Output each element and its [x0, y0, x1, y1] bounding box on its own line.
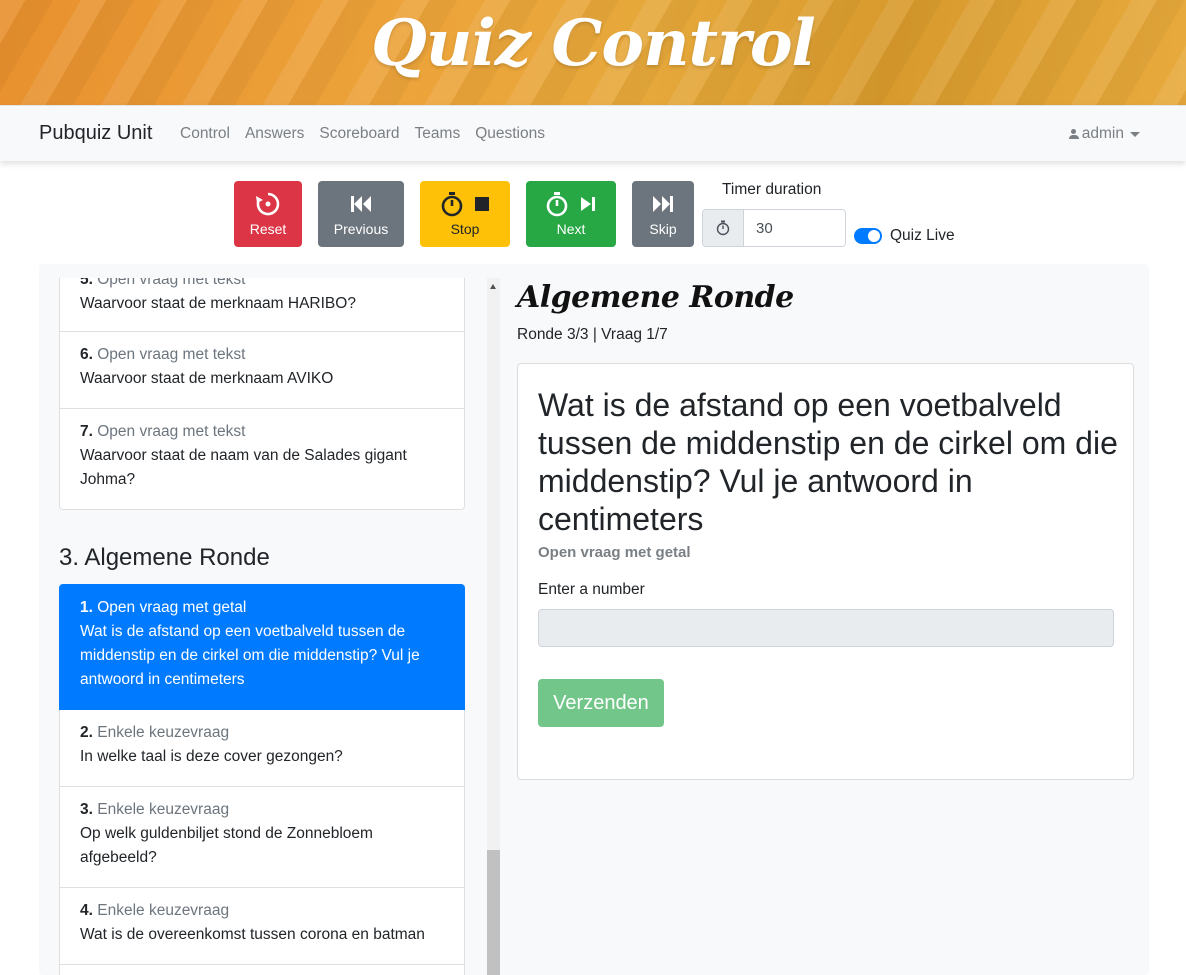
list-item[interactable]: 6. Open vraag met tekst Waarvoor staat d… — [59, 332, 465, 409]
skip-forward-icon — [653, 196, 673, 212]
submit-button[interactable]: Verzenden — [538, 679, 664, 727]
banner-title: Quiz Control — [371, 6, 816, 81]
list-item[interactable]: 5. Open vraag met tekst Waarvoor staat d… — [59, 278, 465, 332]
banner: Quiz Control — [0, 0, 1186, 105]
scroll-up-arrow-icon[interactable] — [490, 284, 496, 289]
round-title: Algemene Ronde — [517, 280, 794, 315]
skip-label: Skip — [649, 221, 677, 237]
stop-icon — [475, 197, 489, 211]
skip-back-icon — [351, 196, 371, 212]
question-text: Waarvoor staat de merknaam AVIKO — [80, 370, 334, 387]
skip-button[interactable]: Skip — [632, 181, 694, 247]
question-type: Open vraag met tekst — [97, 346, 246, 363]
question-text: Waarvoor staat de naam van de Salades gi… — [80, 447, 407, 488]
question-heading: Wat is de afstand op een voetbalveld tus… — [538, 387, 1118, 537]
question-type: Open vraag met tekst — [97, 423, 246, 440]
question-number: 7. — [80, 423, 93, 440]
question-type-label: Open vraag met getal — [538, 544, 691, 561]
play-next-icon — [581, 197, 595, 211]
list-item[interactable]: 4. Enkele keuzevraag Wat is de overeenko… — [59, 888, 465, 965]
reset-icon — [256, 192, 280, 216]
quiz-live-toggle[interactable] — [854, 228, 882, 244]
previous-button[interactable]: Previous — [318, 181, 404, 247]
question-text: Op welk guldenbiljet stond de Zonnebloem… — [80, 825, 373, 866]
nav-link-control[interactable]: Control — [180, 125, 230, 143]
question-text: Waarvoor staat de merknaam HARIBO? — [80, 295, 356, 312]
nav-link-scoreboard[interactable]: Scoreboard — [319, 125, 399, 143]
round-section-title: 3. Algemene Ronde — [59, 544, 270, 571]
scrollbar[interactable] — [487, 278, 500, 975]
user-name: admin — [1081, 125, 1124, 142]
question-type: Enkele keuzevraag — [97, 801, 230, 818]
question-number: 2. — [80, 724, 93, 741]
question-type: Open vraag met getal — [97, 599, 247, 616]
timer-duration-input-group: 30 — [702, 209, 846, 247]
question-type: Enkele keuzevraag — [97, 724, 230, 741]
question-number: 4. — [80, 902, 93, 919]
nav-links: Control Answers Scoreboard Teams Questio… — [180, 125, 560, 143]
user-menu[interactable]: admin — [1068, 125, 1140, 143]
nav-link-teams[interactable]: Teams — [415, 125, 461, 143]
caret-down-icon — [1130, 131, 1140, 137]
stop-button[interactable]: Stop — [420, 181, 510, 247]
question-text: Wat is de overeenkomst tussen corona en … — [80, 926, 425, 943]
timer-duration-label: Timer duration — [722, 181, 822, 198]
list-item-active[interactable]: 1. Open vraag met getal Wat is de afstan… — [59, 584, 465, 710]
question-type: Enkele keuzevraag — [97, 902, 230, 919]
question-number: 6. — [80, 346, 93, 363]
stopwatch-icon — [716, 220, 730, 236]
next-label: Next — [556, 221, 586, 237]
stopwatch-icon — [546, 192, 568, 217]
navbar-brand[interactable]: Pubquiz Unit — [39, 122, 152, 145]
question-type: Open vraag met tekst — [97, 278, 246, 288]
question-number: 5. — [80, 278, 93, 288]
number-input-label: Enter a number — [538, 581, 645, 598]
next-button[interactable]: Next — [526, 181, 616, 247]
reset-button[interactable]: Reset — [234, 181, 302, 247]
question-text: Wat is de afstand op een voetbalveld tus… — [80, 623, 420, 688]
user-icon — [1068, 129, 1079, 139]
list-item[interactable]: 7. Open vraag met tekst Waarvoor staat d… — [59, 409, 465, 510]
reset-label: Reset — [249, 221, 287, 237]
question-card: Wat is de afstand op een voetbalveld tus… — [517, 363, 1134, 780]
nav-link-answers[interactable]: Answers — [245, 125, 304, 143]
list-item[interactable]: 2. Enkele keuzevraag In welke taal is de… — [59, 710, 465, 787]
list-item[interactable]: 3. Enkele keuzevraag Op welk guldenbilje… — [59, 787, 465, 888]
question-text: In welke taal is deze cover gezongen? — [80, 748, 343, 765]
round-progress: Ronde 3/3 | Vraag 1/7 — [517, 326, 668, 343]
scrollbar-thumb[interactable] — [487, 850, 500, 975]
number-input[interactable] — [538, 609, 1114, 647]
list-item[interactable] — [59, 965, 465, 975]
nav-link-questions[interactable]: Questions — [475, 125, 545, 143]
question-number: 3. — [80, 801, 93, 818]
timer-addon — [703, 210, 744, 246]
stop-label: Stop — [450, 221, 480, 237]
stopwatch-icon — [441, 192, 463, 217]
timer-duration-input[interactable]: 30 — [744, 210, 845, 246]
quiz-live-label: Quiz Live — [890, 227, 955, 244]
question-number: 1. — [80, 599, 93, 616]
question-list-panel: 5. Open vraag met tekst Waarvoor staat d… — [39, 278, 500, 975]
previous-label: Previous — [333, 221, 389, 237]
navbar: Pubquiz Unit Control Answers Scoreboard … — [0, 105, 1186, 161]
